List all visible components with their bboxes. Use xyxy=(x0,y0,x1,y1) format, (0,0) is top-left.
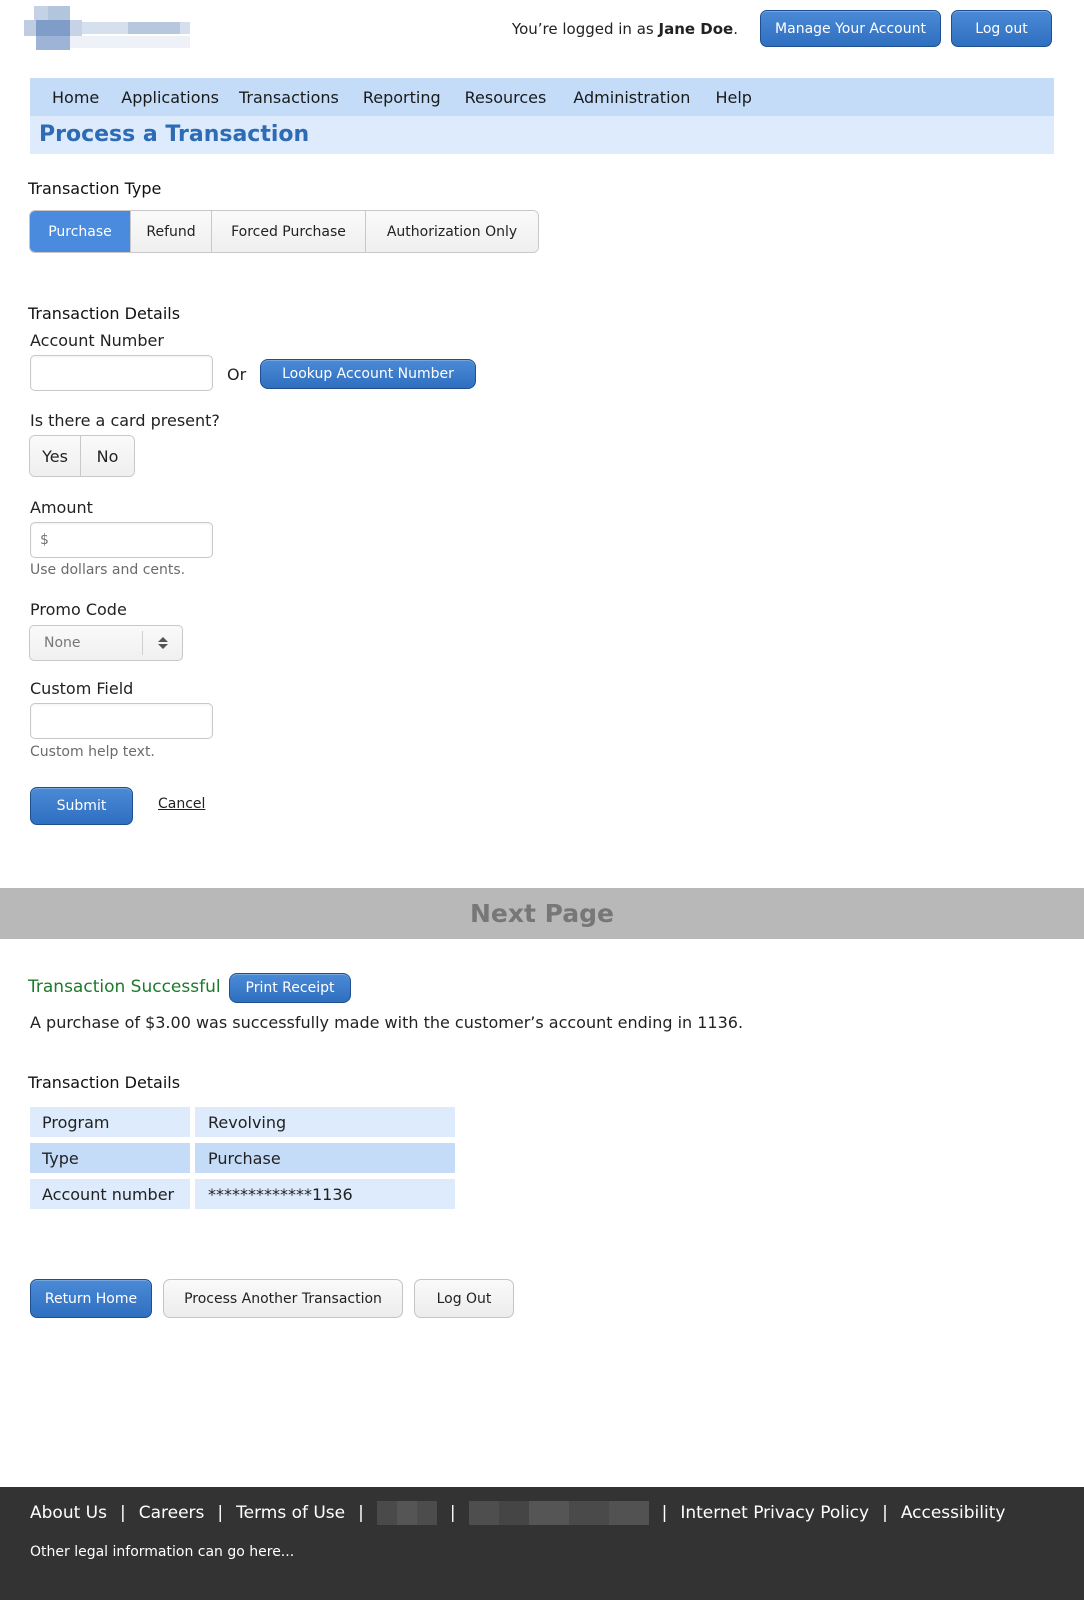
company-logo[interactable] xyxy=(24,6,190,50)
footer-link-terms[interactable]: Terms of Use xyxy=(236,1503,345,1523)
return-home-button[interactable]: Return Home xyxy=(30,1279,152,1318)
or-text: Or xyxy=(227,365,247,384)
table-row: Program Revolving xyxy=(30,1107,455,1137)
card-present-label: Is there a card present? xyxy=(30,411,220,430)
custom-help-text: Custom help text. xyxy=(30,744,155,760)
process-another-button[interactable]: Process Another Transaction xyxy=(163,1279,403,1318)
detail-value: Purchase xyxy=(195,1143,455,1173)
footer-link-about-us[interactable]: About Us xyxy=(30,1503,107,1523)
card-present-no[interactable]: No xyxy=(80,436,134,476)
account-area: You’re logged in as Jane Doe. Manage You… xyxy=(512,10,1052,47)
footer-separator: | xyxy=(358,1503,364,1523)
amount-help-text: Use dollars and cents. xyxy=(30,562,186,578)
transaction-type-heading: Transaction Type xyxy=(28,179,162,198)
nav-item-resources[interactable]: Resources xyxy=(465,88,547,107)
footer-links: About Us | Careers | Terms of Use | | | … xyxy=(30,1501,1005,1525)
detail-key: Program xyxy=(30,1107,190,1137)
success-message: A purchase of $3.00 was successfully mad… xyxy=(30,1013,744,1032)
result-details-heading: Transaction Details xyxy=(28,1073,181,1092)
footer: About Us | Careers | Terms of Use | | | … xyxy=(0,1487,1084,1600)
login-suffix: . xyxy=(733,19,738,38)
table-row: Type Purchase xyxy=(30,1143,455,1173)
tab-purchase[interactable]: Purchase xyxy=(30,211,131,252)
manage-account-button[interactable]: Manage Your Account xyxy=(760,10,941,47)
footer-link-accessibility[interactable]: Accessibility xyxy=(901,1503,1006,1523)
success-title: Transaction Successful xyxy=(28,977,221,997)
redacted-link[interactable] xyxy=(376,1501,437,1525)
promo-code-select[interactable]: None xyxy=(29,625,183,661)
footer-link-careers[interactable]: Careers xyxy=(139,1503,205,1523)
custom-field-input[interactable] xyxy=(30,703,213,739)
user-name: Jane Doe xyxy=(658,19,734,38)
nav-item-administration[interactable]: Administration xyxy=(573,88,690,107)
page-title: Process a Transaction xyxy=(39,122,310,147)
tab-forced-purchase[interactable]: Forced Purchase xyxy=(212,211,366,252)
footer-separator: | xyxy=(217,1503,224,1523)
select-arrows-icon xyxy=(142,631,182,655)
transaction-details-heading: Transaction Details xyxy=(28,304,181,323)
tab-authorization-only[interactable]: Authorization Only xyxy=(366,211,538,252)
footer-separator: | xyxy=(449,1503,456,1523)
detail-key: Account number xyxy=(30,1179,190,1209)
redacted-link[interactable] xyxy=(468,1501,649,1525)
account-number-label: Account Number xyxy=(30,331,164,350)
nav-item-applications[interactable]: Applications xyxy=(121,88,219,107)
account-number-input[interactable] xyxy=(30,355,213,391)
nav-item-home[interactable]: Home xyxy=(52,88,99,107)
print-receipt-button[interactable]: Print Receipt xyxy=(229,973,351,1003)
next-page-divider: Next Page xyxy=(0,888,1084,939)
detail-value: Revolving xyxy=(195,1107,455,1137)
cancel-link[interactable]: Cancel xyxy=(158,796,205,812)
promo-code-value: None xyxy=(44,635,81,651)
page-title-bar: Process a Transaction xyxy=(30,116,1054,154)
card-present-yes[interactable]: Yes xyxy=(30,436,80,476)
transaction-type-selector: Purchase Refund Forced Purchase Authoriz… xyxy=(29,210,539,253)
custom-field-label: Custom Field xyxy=(30,679,134,698)
footer-separator: | xyxy=(661,1503,668,1523)
detail-key: Type xyxy=(30,1143,190,1173)
promo-code-label: Promo Code xyxy=(30,600,127,619)
tab-refund[interactable]: Refund xyxy=(131,211,212,252)
transaction-details-table: Program Revolving Type Purchase Account … xyxy=(30,1107,455,1215)
legal-text: Other legal information can go here... xyxy=(30,1544,295,1560)
footer-separator: | xyxy=(882,1503,888,1523)
login-status: You’re logged in as Jane Doe. xyxy=(512,20,738,38)
lookup-account-button[interactable]: Lookup Account Number xyxy=(260,359,476,389)
logout-button[interactable]: Log out xyxy=(951,10,1052,47)
footer-link-privacy-policy[interactable]: Internet Privacy Policy xyxy=(680,1503,869,1523)
main-nav: Home Applications Transactions Reporting… xyxy=(30,78,1054,116)
nav-item-help[interactable]: Help xyxy=(715,88,751,107)
footer-separator: | xyxy=(119,1503,126,1523)
nav-item-transactions[interactable]: Transactions xyxy=(239,88,339,107)
amount-label: Amount xyxy=(30,498,93,517)
next-page-label: Next Page xyxy=(469,899,615,928)
detail-value: *************1136 xyxy=(195,1179,455,1209)
nav-item-reporting[interactable]: Reporting xyxy=(363,88,441,107)
login-prefix: You’re logged in as xyxy=(511,19,659,38)
table-row: Account number *************1136 xyxy=(30,1179,455,1209)
amount-input[interactable] xyxy=(30,522,213,558)
submit-button[interactable]: Submit xyxy=(30,787,133,825)
log-out-button[interactable]: Log Out xyxy=(414,1279,514,1318)
card-present-toggle: Yes No xyxy=(29,435,135,477)
